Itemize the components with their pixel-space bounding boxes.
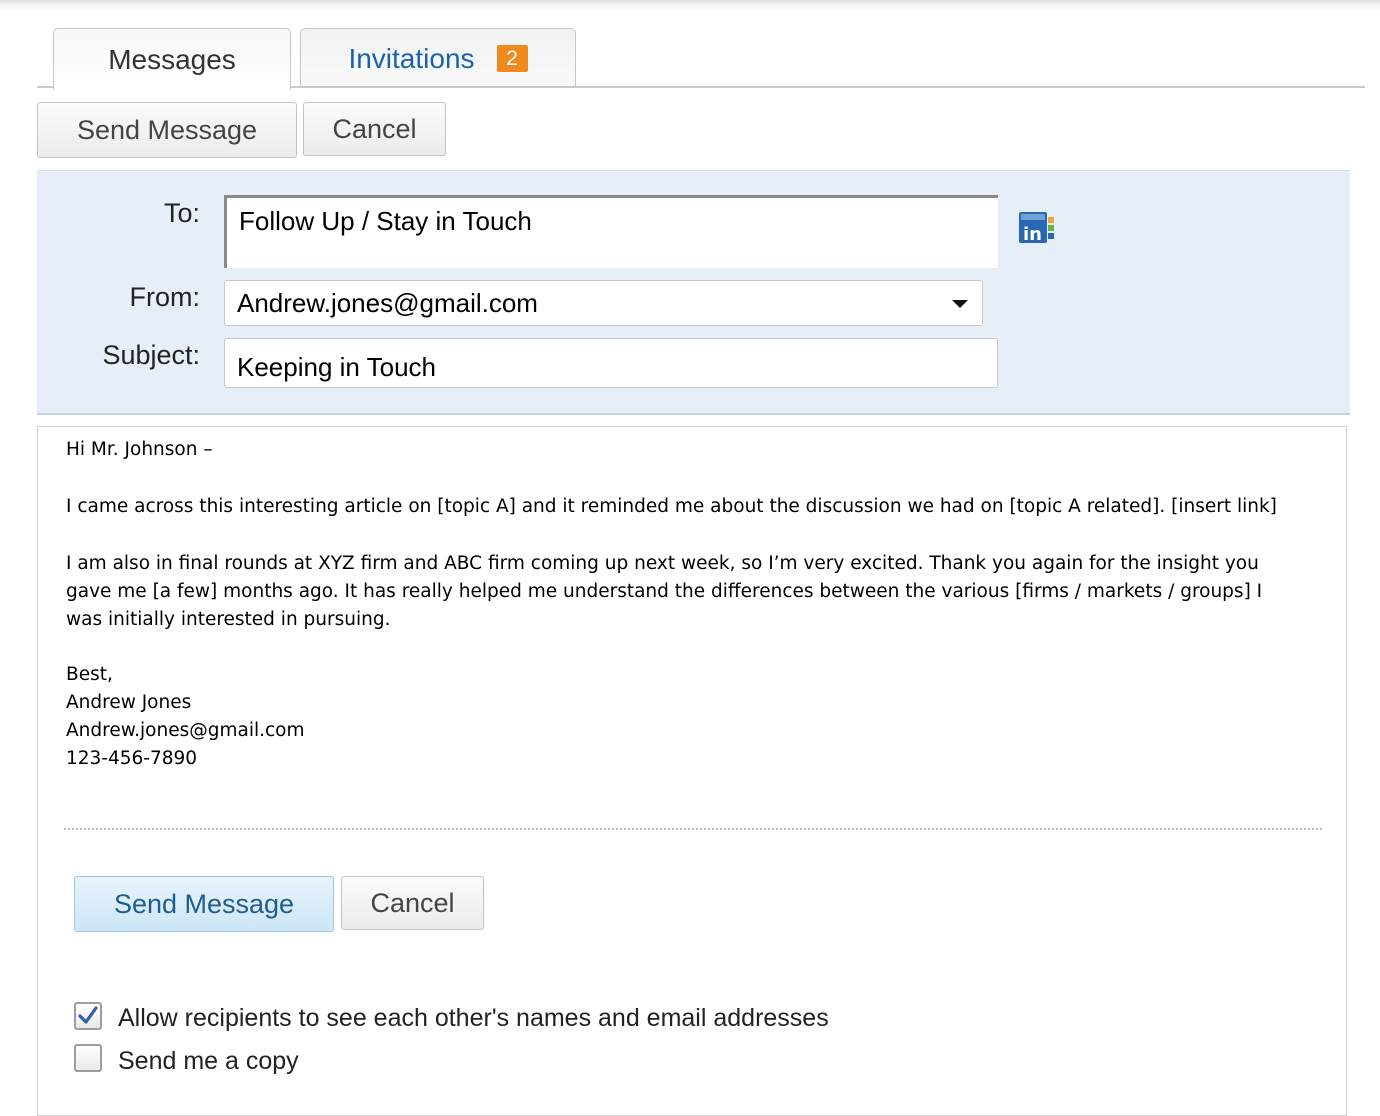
send-message-button-bottom[interactable]: Send Message xyxy=(74,876,334,932)
message-signature: Best, Andrew Jones Andrew.jones@gmail.co… xyxy=(66,661,1296,773)
message-paragraph-2: I am also in final rounds at XYZ firm an… xyxy=(66,553,1263,630)
message-greeting: Hi Mr. Johnson – xyxy=(66,439,213,460)
linkedin-contacts-icon[interactable]: in xyxy=(1018,209,1058,245)
to-value: Follow Up / Stay in Touch xyxy=(239,206,532,236)
signature-email: Andrew.jones@gmail.com xyxy=(66,720,305,741)
send-message-label: Send Message xyxy=(76,114,258,145)
invitations-count-badge: 2 xyxy=(496,45,528,72)
tab-messages-label: Messages xyxy=(108,43,236,75)
cancel-label: Cancel xyxy=(332,113,417,144)
allow-recipients-label[interactable]: Allow recipients to see each other's nam… xyxy=(118,1004,829,1033)
subject-label: Subject: xyxy=(102,340,200,370)
cancel-label-bottom: Cancel xyxy=(370,887,455,918)
send-message-button-top[interactable]: Send Message xyxy=(37,102,297,158)
from-label: From: xyxy=(129,282,201,312)
tab-invitations-label: Invitations xyxy=(348,42,475,74)
cancel-button-top[interactable]: Cancel xyxy=(303,102,446,156)
signature-phone: 123-456-7890 xyxy=(66,748,198,769)
cancel-button-bottom[interactable]: Cancel xyxy=(341,876,484,930)
to-label: To: xyxy=(163,198,200,228)
message-paragraph-1: I came across this interesting article o… xyxy=(66,496,1277,517)
subject-value: Keeping in Touch xyxy=(237,351,437,382)
send-copy-checkbox[interactable] xyxy=(74,1044,102,1072)
tab-messages[interactable]: Messages xyxy=(53,28,291,90)
chevron-down-icon xyxy=(952,300,968,308)
to-field[interactable]: Follow Up / Stay in Touch xyxy=(224,195,998,268)
subject-field[interactable]: Keeping in Touch xyxy=(224,338,998,388)
signature-signoff: Best, xyxy=(66,664,113,685)
svg-text:in: in xyxy=(1023,224,1042,245)
send-message-label-bottom: Send Message xyxy=(113,888,295,919)
allow-recipients-checkbox[interactable] xyxy=(74,1002,102,1030)
from-value: Andrew.jones@gmail.com xyxy=(237,287,538,318)
from-select[interactable]: Andrew.jones@gmail.com xyxy=(224,280,983,326)
checkmark-icon xyxy=(78,1006,98,1024)
signature-name: Andrew Jones xyxy=(66,692,192,713)
send-copy-label[interactable]: Send me a copy xyxy=(118,1047,299,1076)
dotted-divider xyxy=(64,828,1322,830)
tab-invitations[interactable]: Invitations 2 xyxy=(300,28,576,88)
top-shadow xyxy=(0,0,1380,12)
